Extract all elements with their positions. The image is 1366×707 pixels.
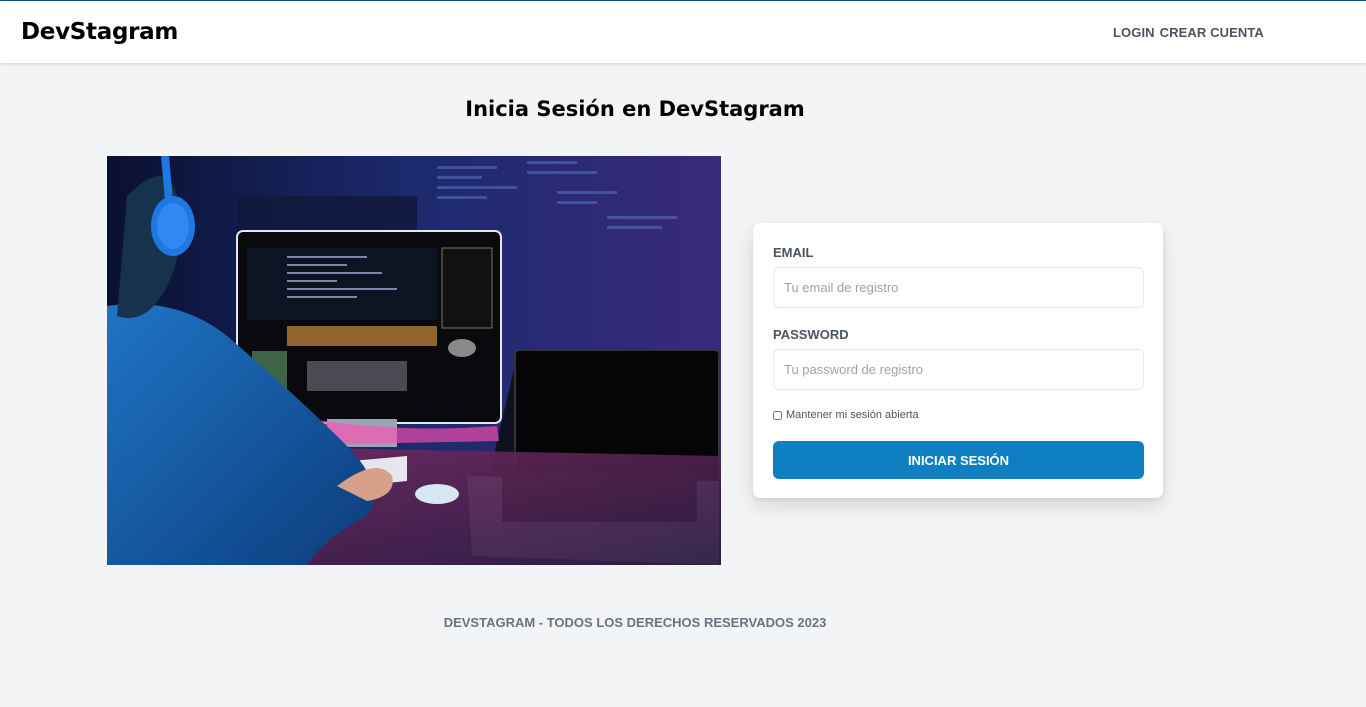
email-label: EMAIL bbox=[773, 245, 814, 260]
hero-image bbox=[107, 156, 721, 565]
login-link[interactable]: LOGIN bbox=[1113, 25, 1155, 40]
remember-checkbox[interactable] bbox=[773, 410, 782, 420]
developer-at-computer-image bbox=[107, 156, 721, 565]
remember-label: Mantener mi sesión abierta bbox=[786, 409, 919, 421]
password-input[interactable] bbox=[773, 349, 1144, 390]
site-footer: DevStagram - Todos los derechos reservad… bbox=[443, 615, 827, 630]
remember-session[interactable]: Mantener mi sesión abierta bbox=[773, 409, 919, 421]
email-input[interactable] bbox=[773, 267, 1144, 308]
login-button[interactable]: INICIAR SESIÓN bbox=[773, 441, 1144, 479]
register-link[interactable]: CREAR CUENTA bbox=[1160, 25, 1264, 40]
login-form: EMAIL PASSWORD Mantener mi sesión abiert… bbox=[753, 223, 1163, 498]
site-header: DevStagram LOGIN CREAR CUENTA bbox=[0, 1, 1366, 63]
page-title: Inicia Sesión en DevStagram bbox=[465, 97, 805, 121]
brand-logo[interactable]: DevStagram bbox=[21, 19, 178, 45]
main-nav: LOGIN CREAR CUENTA bbox=[1113, 25, 1264, 40]
password-label: PASSWORD bbox=[773, 327, 849, 342]
